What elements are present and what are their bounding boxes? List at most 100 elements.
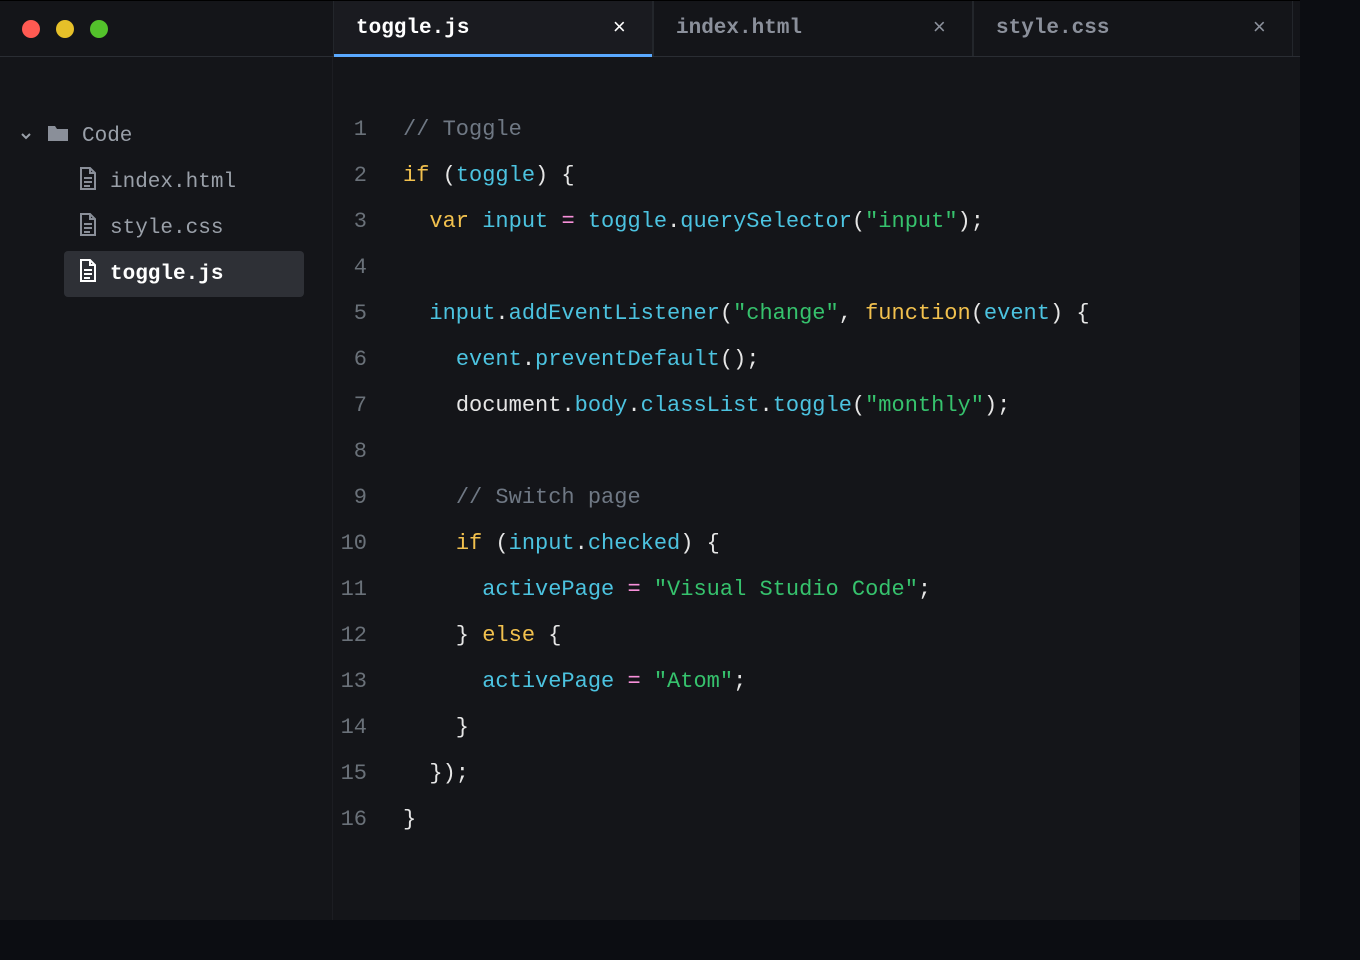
code-token: (: [971, 301, 984, 326]
code-line[interactable]: 3 var input = toggle.querySelector("inpu…: [333, 199, 1300, 245]
code-token: (: [482, 531, 508, 556]
code-editor[interactable]: 1// Toggle2if (toggle) {3 var input = to…: [333, 57, 1300, 920]
code-line[interactable]: 15 });: [333, 751, 1300, 797]
file-tree-item-label: index.html: [110, 171, 236, 194]
code-token: ;: [918, 577, 931, 602]
code-token: .: [759, 393, 772, 418]
maximize-window-button[interactable]: [90, 20, 108, 38]
code-token: [614, 669, 627, 694]
code-token: "monthly": [865, 393, 984, 418]
code-token: =: [627, 669, 640, 694]
code-token: (: [852, 393, 865, 418]
code-token: .: [561, 393, 574, 418]
code-content: } else {: [403, 613, 561, 659]
code-token: toggle: [456, 163, 535, 188]
file-tree-item[interactable]: style.css: [64, 205, 304, 251]
code-token: "input": [865, 209, 957, 234]
close-window-button[interactable]: [22, 20, 40, 38]
tab-label: index.html: [676, 17, 802, 40]
line-number: 15: [333, 751, 403, 797]
tab-index-html[interactable]: index.html ×: [653, 1, 973, 56]
code-content: // Switch page: [403, 475, 641, 521]
file-icon: [78, 167, 98, 198]
code-line[interactable]: 16}: [333, 797, 1300, 843]
code-token: input: [482, 209, 548, 234]
close-icon[interactable]: ×: [609, 14, 630, 44]
line-number: 7: [333, 383, 403, 429]
code-token: input: [429, 301, 495, 326]
code-line[interactable]: 12 } else {: [333, 613, 1300, 659]
code-token: [403, 485, 456, 510]
code-line[interactable]: 5 input.addEventListener("change", funct…: [333, 291, 1300, 337]
code-content: event.preventDefault();: [403, 337, 759, 383]
folder-icon: [46, 123, 70, 150]
code-content: });: [403, 751, 469, 797]
code-token: var: [429, 209, 469, 234]
close-icon[interactable]: ×: [929, 14, 950, 44]
code-token: document: [456, 393, 562, 418]
tab-style-css[interactable]: style.css×: [973, 1, 1293, 56]
code-line[interactable]: 13 activePage = "Atom";: [333, 659, 1300, 705]
tab-toggle-js[interactable]: toggle.js×: [333, 1, 653, 56]
line-number: 3: [333, 199, 403, 245]
code-token: body: [575, 393, 628, 418]
code-token: toggle: [588, 209, 667, 234]
code-token: }: [403, 715, 469, 740]
close-icon[interactable]: ×: [1249, 14, 1270, 44]
code-token: classList: [641, 393, 760, 418]
code-line[interactable]: 8: [333, 429, 1300, 475]
code-token: "Visual Studio Code": [654, 577, 918, 602]
code-token: [403, 669, 482, 694]
code-token: [403, 577, 482, 602]
file-tree-item[interactable]: index.html: [64, 159, 304, 205]
line-number: 4: [333, 245, 403, 291]
code-token: (: [852, 209, 865, 234]
code-token: [469, 209, 482, 234]
line-number: 6: [333, 337, 403, 383]
code-line[interactable]: 4: [333, 245, 1300, 291]
file-tree-item[interactable]: toggle.js: [64, 251, 304, 297]
code-token: preventDefault: [535, 347, 720, 372]
code-token: ,: [839, 301, 865, 326]
code-content: }: [403, 705, 469, 751]
code-content: activePage = "Atom";: [403, 659, 746, 705]
code-token: else: [482, 623, 535, 648]
tab-bar: toggle.js×index.html×style.css×: [333, 1, 1300, 56]
code-token: });: [403, 761, 469, 786]
code-token: // Toggle: [403, 117, 522, 142]
code-token: =: [627, 577, 640, 602]
code-token: [403, 347, 456, 372]
line-number: 12: [333, 613, 403, 659]
line-number: 8: [333, 429, 403, 475]
code-line[interactable]: 11 activePage = "Visual Studio Code";: [333, 567, 1300, 613]
line-number: 9: [333, 475, 403, 521]
code-token: .: [667, 209, 680, 234]
minimize-window-button[interactable]: [56, 20, 74, 38]
line-number: 5: [333, 291, 403, 337]
code-content: if (toggle) {: [403, 153, 575, 199]
code-line[interactable]: 9 // Switch page: [333, 475, 1300, 521]
code-line[interactable]: 10 if (input.checked) {: [333, 521, 1300, 567]
code-line[interactable]: 14 }: [333, 705, 1300, 751]
code-line[interactable]: 7 document.body.classList.toggle("monthl…: [333, 383, 1300, 429]
code-line[interactable]: 6 event.preventDefault();: [333, 337, 1300, 383]
code-token: // Switch page: [456, 485, 641, 510]
code-token: if: [456, 531, 482, 556]
code-token: .: [627, 393, 640, 418]
code-token: ) {: [535, 163, 575, 188]
code-token: if: [403, 163, 429, 188]
code-token: querySelector: [680, 209, 852, 234]
code-token: checked: [588, 531, 680, 556]
window-controls: [0, 1, 333, 56]
code-token: event: [456, 347, 522, 372]
code-content: }: [403, 797, 416, 843]
code-token: toggle: [773, 393, 852, 418]
code-line[interactable]: 1// Toggle: [333, 107, 1300, 153]
code-content: document.body.classList.toggle("monthly"…: [403, 383, 1010, 429]
code-token: .: [575, 531, 588, 556]
folder-root[interactable]: Code: [12, 113, 332, 159]
code-line[interactable]: 2if (toggle) {: [333, 153, 1300, 199]
code-token: [403, 531, 456, 556]
file-explorer-sidebar: Code index.html style.csstoggle.js: [0, 57, 333, 920]
code-token: activePage: [482, 577, 614, 602]
